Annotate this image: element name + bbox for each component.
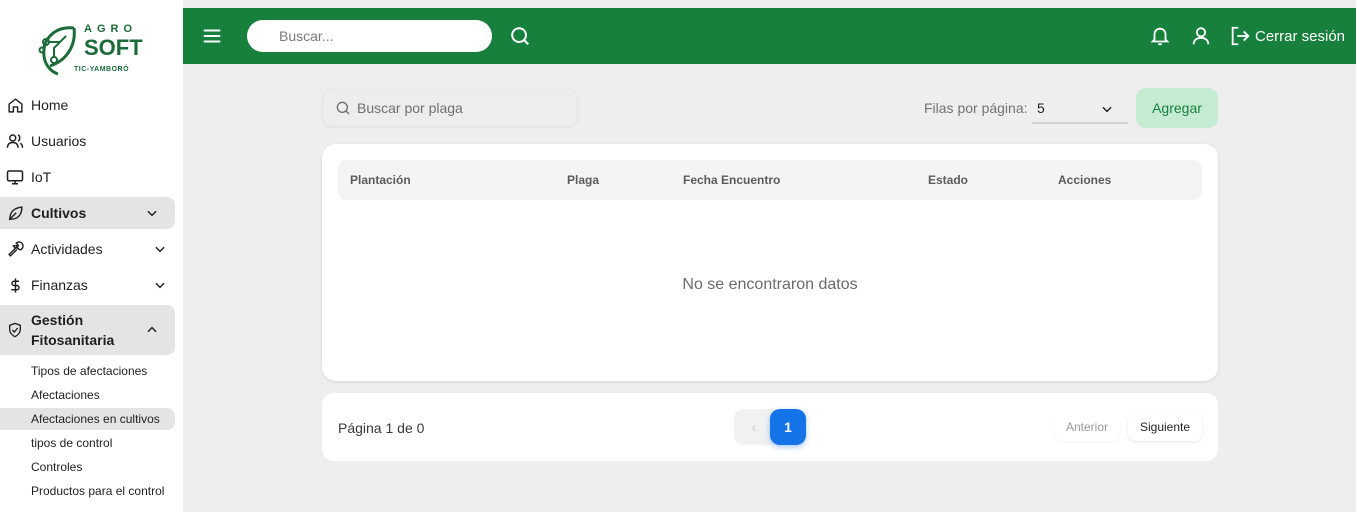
sidebar-item-label: Cultivos — [31, 205, 87, 221]
pagination-bar: Página 1 de 0 ‹ 1 Anterior Siguiente — [322, 393, 1218, 461]
shield-icon — [6, 321, 24, 339]
next-button[interactable]: Siguiente — [1128, 413, 1203, 441]
rows-per-page-value: 5 — [1037, 100, 1045, 116]
sidebar-item-actividades[interactable]: Actividades — [0, 233, 183, 265]
sidebar-nav: Home Usuarios IoT Cultivos Actividades F… — [0, 89, 183, 359]
global-search-input[interactable] — [247, 20, 492, 52]
submenu-item-afectaciones-cultivos[interactable]: Afectaciones en cultivos — [0, 408, 175, 430]
column-header-acciones[interactable]: Acciones — [1058, 173, 1111, 187]
chevron-down-icon — [155, 282, 165, 289]
search-icon — [336, 101, 350, 115]
logout-icon — [1231, 26, 1250, 46]
plague-search-input[interactable] — [357, 100, 567, 116]
home-icon — [6, 96, 24, 114]
empty-state-message: No se encontraron datos — [682, 276, 858, 293]
sidebar-item-label: Actividades — [31, 241, 103, 257]
logout-button[interactable]: Cerrar sesión — [1229, 24, 1345, 48]
logout-label: Cerrar sesión — [1255, 27, 1346, 45]
agrosoft-logo[interactable]: AGRO SOFT TIC-YAMBORÓ — [36, 20, 146, 78]
sidebar-item-label: IoT — [31, 169, 52, 185]
sidebar-item-iot[interactable]: IoT — [0, 161, 183, 193]
sidebar-item-label: Home — [31, 97, 69, 113]
page-info: Página 1 de 0 — [338, 420, 425, 436]
column-header-estado[interactable]: Estado — [928, 173, 968, 187]
submenu-item-productos-control[interactable]: Productos para el control — [0, 480, 183, 502]
gestion-fitosanitaria-submenu: Tipos de afectaciones Afectaciones Afect… — [0, 360, 183, 504]
sidebar-item-usuarios[interactable]: Usuarios — [0, 125, 183, 157]
chevron-down-icon — [155, 246, 165, 253]
sidebar-item-cultivos[interactable]: Cultivos — [0, 197, 175, 229]
previous-button[interactable]: Anterior — [1054, 413, 1121, 441]
sidebar-item-home[interactable]: Home — [0, 89, 183, 121]
submenu-item-tipos-control[interactable]: tipos de control — [0, 432, 183, 454]
sidebar-item-label: Fitosanitaria — [31, 332, 115, 348]
sidebar: AGRO SOFT TIC-YAMBORÓ Home Usuarios IoT — [0, 0, 183, 512]
add-button[interactable]: Agregar — [1136, 88, 1218, 128]
pagination-prev-arrow[interactable]: ‹ — [734, 409, 774, 445]
logo-line-soft: SOFT — [84, 35, 143, 60]
search-icon[interactable] — [509, 25, 531, 47]
pagination-current-page[interactable]: 1 — [770, 409, 806, 445]
sidebar-item-finanzas[interactable]: Finanzas — [0, 269, 183, 301]
data-table: Plantación Plaga Fecha Encuentro Estado … — [322, 144, 1218, 381]
sidebar-item-label: Usuarios — [31, 133, 87, 149]
top-bar: Cerrar sesión — [183, 8, 1356, 64]
sidebar-item-label-block: Gestión Fitosanitaria — [31, 310, 114, 350]
wrench-icon — [6, 240, 24, 258]
dollar-icon — [6, 276, 24, 294]
rows-per-page-label: Filas por página: — [924, 100, 1028, 116]
column-header-plantacion[interactable]: Plantación — [350, 173, 411, 187]
table-header: Plantación Plaga Fecha Encuentro Estado … — [338, 160, 1202, 200]
bell-icon[interactable] — [1149, 25, 1171, 47]
chevron-down-icon — [147, 210, 157, 217]
leaf-icon — [6, 204, 24, 222]
sidebar-item-gestion-fitosanitaria[interactable]: Gestión Fitosanitaria — [0, 305, 175, 355]
monitor-icon — [6, 168, 24, 186]
submenu-item-afectaciones[interactable]: Afectaciones — [0, 384, 183, 406]
sidebar-item-label: Finanzas — [31, 277, 88, 293]
column-header-fecha-encuentro[interactable]: Fecha Encuentro — [683, 173, 780, 187]
users-icon — [6, 132, 24, 150]
chevron-down-icon — [1102, 106, 1112, 113]
user-icon[interactable] — [1190, 25, 1212, 47]
rows-per-page-select[interactable]: 5 — [1032, 94, 1128, 124]
chevron-up-icon — [147, 326, 157, 333]
plague-search-box[interactable] — [322, 89, 578, 127]
column-header-plaga[interactable]: Plaga — [567, 173, 599, 187]
sidebar-item-label: Gestión — [31, 312, 84, 328]
logo-line-tic: TIC-YAMBORÓ — [74, 66, 130, 73]
logo-line-agro: AGRO — [84, 23, 137, 35]
menu-icon[interactable] — [201, 25, 223, 47]
submenu-item-controles[interactable]: Controles — [0, 456, 183, 478]
submenu-item-tipos-afectaciones[interactable]: Tipos de afectaciones — [0, 360, 183, 382]
